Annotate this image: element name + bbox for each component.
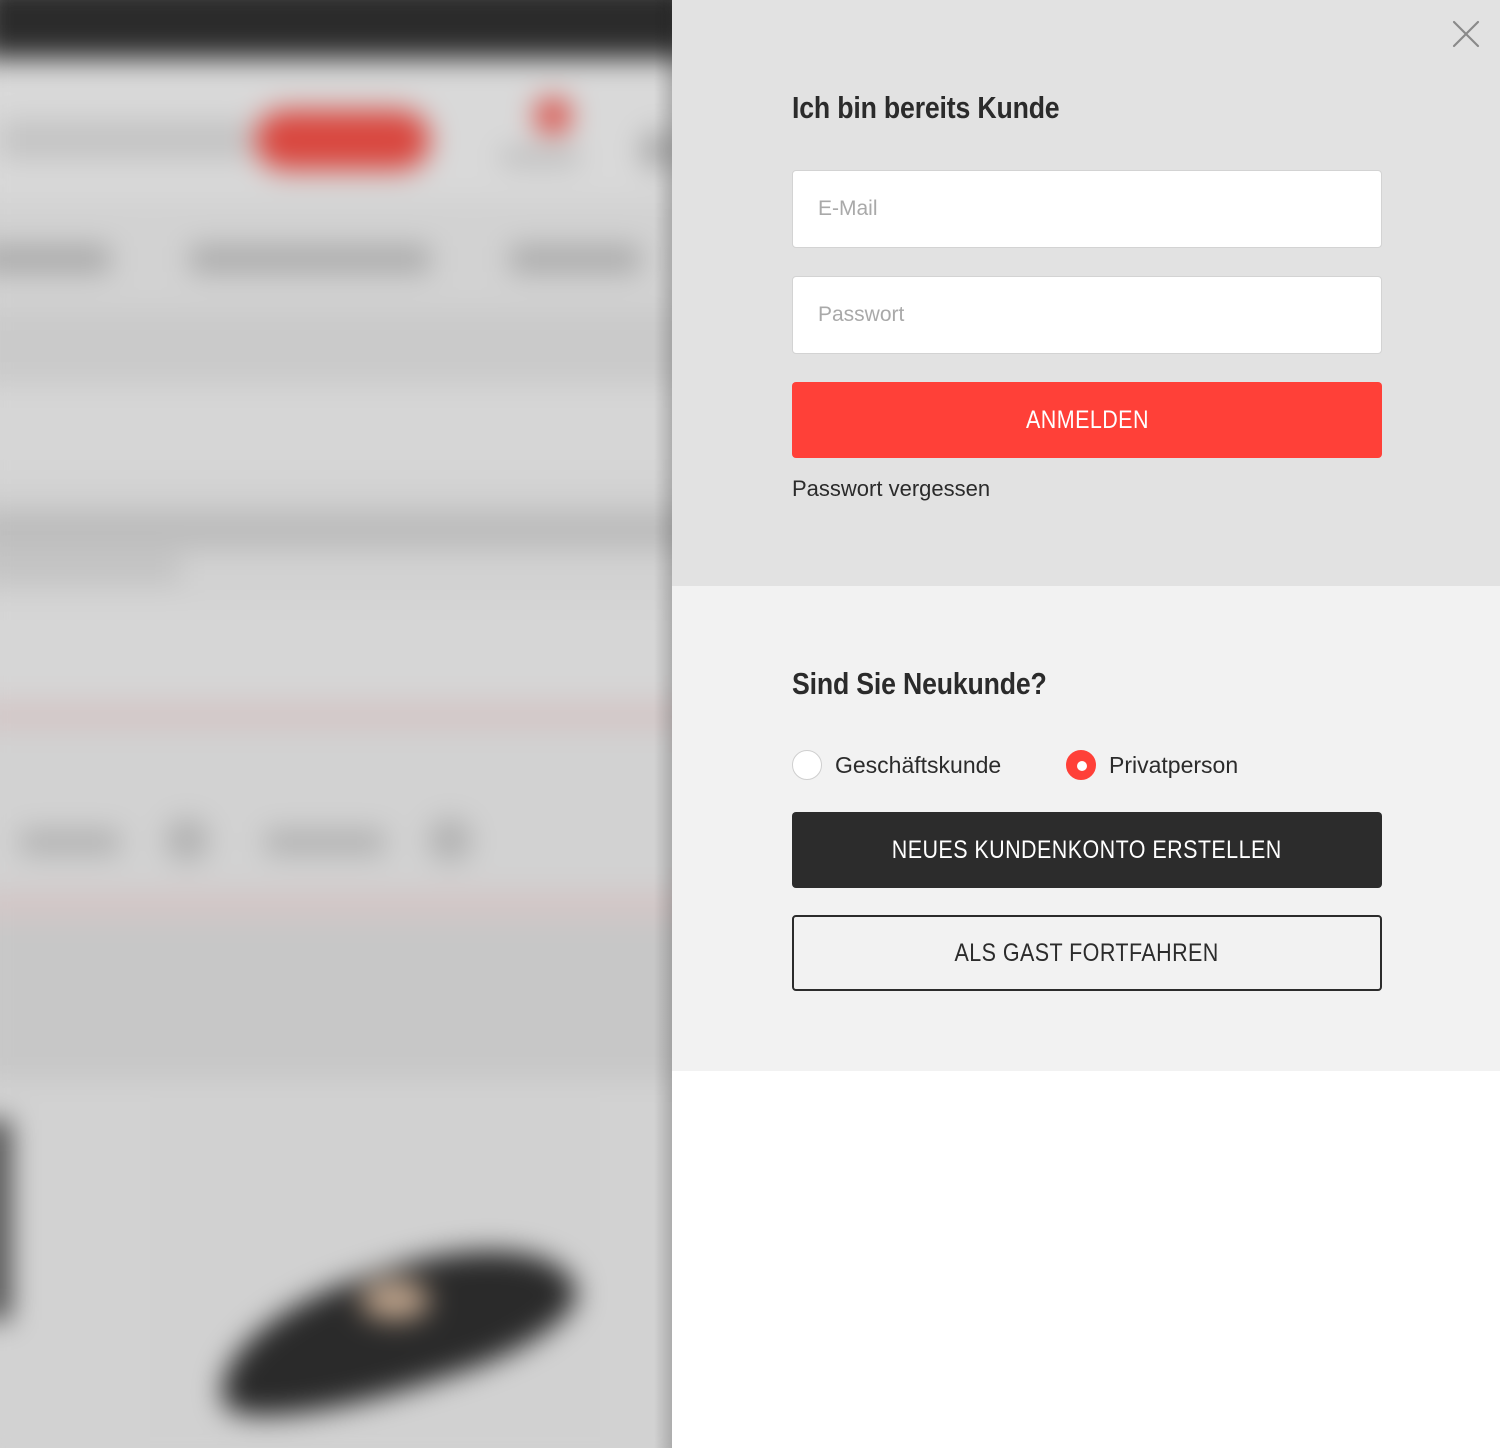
blurred-background-page [0, 0, 672, 1448]
blurred-product-edge [0, 1120, 10, 1320]
radio-checked-icon [1066, 750, 1096, 780]
blurred-divider [0, 890, 672, 920]
blurred-filter-label [20, 830, 120, 854]
existing-customer-section: Ich bin bereits Kunde ANMELDEN Passwort … [672, 0, 1500, 586]
password-field[interactable] [792, 276, 1382, 354]
blurred-nav-item [190, 245, 430, 273]
blurred-text-line [0, 510, 672, 550]
customer-type-business-radio[interactable]: Geschäftskunde [792, 749, 1001, 781]
new-customer-heading: Sind Sie Neukunde? [792, 666, 1047, 701]
blurred-breadcrumb-band [0, 310, 672, 385]
blurred-page-content [0, 0, 672, 1448]
blurred-account-label [500, 150, 580, 164]
create-account-button[interactable]: NEUES KUNDENKONTO ERSTELLEN [792, 812, 1382, 888]
blurred-nav-item [510, 245, 640, 273]
blurred-content-band [0, 920, 672, 1080]
continue-as-guest-button[interactable]: ALS GAST FORTFAHREN [792, 915, 1382, 991]
blurred-search-bar [0, 120, 250, 160]
login-offcanvas-panel: Ich bin bereits Kunde ANMELDEN Passwort … [672, 0, 1500, 1448]
customer-type-private-radio[interactable]: Privatperson [1066, 749, 1238, 781]
panel-shadow [654, 0, 672, 1448]
email-field[interactable] [792, 170, 1382, 248]
blurred-content-band [0, 385, 672, 475]
blurred-product-image-detail [360, 1280, 430, 1320]
blurred-filter-icon [428, 818, 472, 862]
customer-type-private-label: Privatperson [1109, 751, 1239, 778]
blurred-divider [0, 700, 672, 730]
radio-unchecked-icon [792, 750, 822, 780]
blurred-filter-bar [0, 730, 672, 890]
create-account-button-label: NEUES KUNDENKONTO ERSTELLEN [892, 835, 1282, 864]
blurred-filter-label [265, 830, 385, 854]
blurred-content-band [0, 605, 672, 705]
login-button-label: ANMELDEN [1025, 405, 1149, 434]
customer-type-business-label: Geschäftskunde [835, 751, 1002, 778]
blurred-search-button [255, 110, 430, 170]
close-icon [1452, 20, 1480, 48]
blurred-nav-item [0, 245, 110, 273]
continue-as-guest-button-label: ALS GAST FORTFAHREN [954, 938, 1220, 967]
blurred-top-bar [0, 0, 672, 58]
login-heading: Ich bin bereits Kunde [792, 90, 1060, 125]
blurred-cart-badge [535, 98, 571, 134]
forgot-password-link[interactable]: Passwort vergessen [792, 476, 990, 502]
blurred-filter-icon [165, 818, 209, 862]
login-button[interactable]: ANMELDEN [792, 382, 1382, 458]
blurred-text-line [0, 555, 180, 583]
close-button[interactable] [1450, 18, 1482, 50]
